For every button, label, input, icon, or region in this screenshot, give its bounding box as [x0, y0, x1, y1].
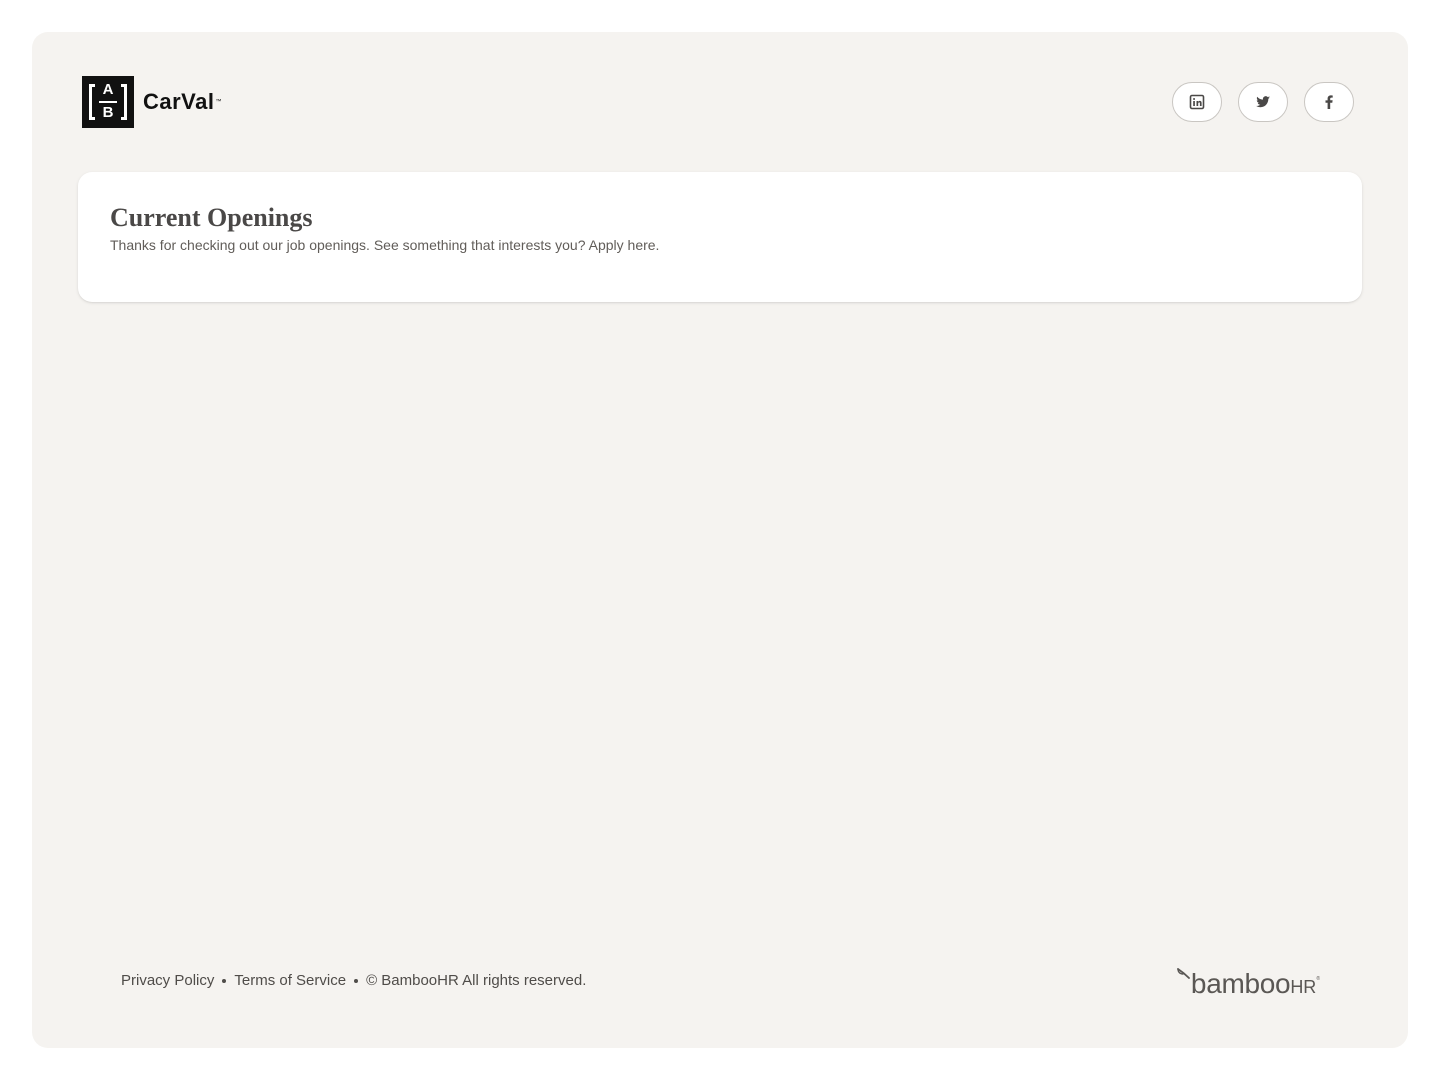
current-openings-card: Current Openings Thanks for checking out…: [78, 172, 1362, 302]
facebook-button[interactable]: [1304, 82, 1354, 122]
bamboohr-logo[interactable]: bamboo HR ®: [1177, 968, 1320, 999]
twitter-button[interactable]: [1238, 82, 1288, 122]
footer-separator-dot: [222, 978, 227, 983]
logo-wordmark: CarVal: [143, 89, 215, 114]
ab-logo-mark: A B: [82, 76, 134, 128]
twitter-icon: [1255, 94, 1271, 110]
bamboohr-suffix: HR: [1290, 977, 1317, 997]
footer-links: Privacy Policy Terms of Service © Bamboo…: [121, 972, 586, 989]
carval-logo[interactable]: A B CarVal ™: [82, 76, 222, 128]
logo-letter-b: B: [102, 104, 114, 121]
bamboohr-registered-mark: ®: [1316, 976, 1320, 982]
footer-separator-dot: [354, 978, 359, 983]
bamboo-leaf-icon: [1177, 968, 1191, 999]
logo-trademark: ™: [215, 99, 222, 105]
facebook-icon: [1321, 94, 1337, 110]
logo-letter-a: A: [102, 81, 114, 98]
page-title: Current Openings: [110, 203, 313, 232]
openings-description: Thanks for checking out our job openings…: [110, 237, 660, 253]
linkedin-icon: [1189, 94, 1205, 110]
linkedin-button[interactable]: [1172, 82, 1222, 122]
copyright-text: © BambooHR All rights reserved.: [366, 972, 587, 989]
page-frame: A B CarVal ™ Current Openings Thanks for…: [32, 32, 1408, 1048]
logo-divider: [99, 101, 117, 103]
privacy-policy-link[interactable]: Privacy Policy: [121, 972, 214, 989]
terms-of-service-link[interactable]: Terms of Service: [234, 972, 346, 989]
bamboohr-wordmark: bamboo: [1190, 968, 1291, 999]
social-links: [1172, 82, 1354, 122]
